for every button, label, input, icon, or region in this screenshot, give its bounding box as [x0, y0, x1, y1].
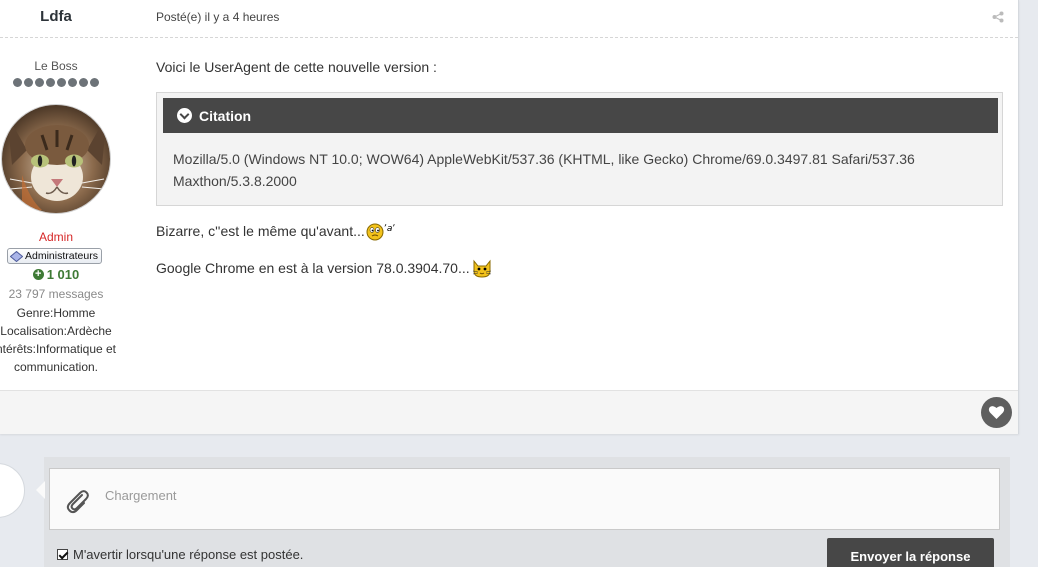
- reply-pointer: [36, 481, 45, 499]
- submit-reply-button[interactable]: Envoyer la réponse: [827, 538, 994, 567]
- forum-post: Ldfa Posté(e) il y a 4 heures Le Boss Ad…: [0, 0, 1019, 434]
- notify-option[interactable]: M'avertir lorsqu'une réponse est postée.: [57, 547, 303, 562]
- diamond-icon: [10, 250, 23, 262]
- quote-header[interactable]: Citation: [163, 98, 998, 133]
- quote-block: Citation Mozilla/5.0 (Windows NT 10.0; W…: [156, 92, 1003, 206]
- plus-icon: +: [32, 269, 44, 280]
- quote-line: Mozilla/5.0 (Windows NT 10.0; WOW64) App…: [173, 151, 915, 167]
- profile-field-interests-cont: communication.: [13, 360, 99, 374]
- rank-pip: [24, 78, 33, 87]
- reply-avatar: [0, 463, 25, 518]
- rank-pip: [68, 78, 77, 87]
- post-content: Voici le UserAgent de cette nouvelle ver…: [156, 58, 1004, 278]
- chevron-down-icon[interactable]: [177, 108, 192, 123]
- group-name: Admin: [38, 230, 73, 244]
- quote-body: Mozilla/5.0 (Windows NT 10.0; WOW64) App…: [173, 148, 993, 192]
- profile-field-gender: Genre:Homme: [16, 306, 96, 320]
- author-name[interactable]: Ldfa: [0, 8, 112, 25]
- like-button[interactable]: [981, 397, 1012, 428]
- editor-placeholder: Chargement: [105, 488, 177, 503]
- group-badge: Administrateurs: [7, 248, 102, 264]
- rank-pips: [0, 78, 112, 88]
- svg-text:ʼaʼ: ʼaʼ: [384, 224, 395, 234]
- rank-pip: [13, 78, 22, 87]
- share-icon[interactable]: [992, 11, 1004, 23]
- profile-field-location: Localisation:Ardèche: [0, 324, 112, 338]
- post-date: Posté(e) il y a 4 heures: [156, 10, 280, 24]
- cat-smiley-icon: [472, 259, 491, 278]
- message-count: 23 797 messages: [8, 287, 104, 301]
- rank-pip: [90, 78, 99, 87]
- author-info: Le Boss Admin Administrateurs + 1 010 23…: [0, 39, 116, 374]
- rank-pip: [46, 78, 55, 87]
- notify-checkbox[interactable]: [57, 549, 68, 560]
- reputation: + 1 010: [0, 267, 112, 282]
- post-line: Bizarre, c''est le même qu'avant... ʼaʼ: [156, 221, 396, 241]
- group-badge-label: Administrateurs: [25, 250, 98, 262]
- post-footer: [0, 390, 1018, 434]
- quote-title: Citation: [199, 107, 252, 124]
- confused-smiley-icon: ʼaʼ: [366, 223, 395, 241]
- paperclip-icon[interactable]: [64, 486, 90, 514]
- post-line: Google Chrome en est à la version 78.0.3…: [156, 257, 493, 279]
- rank-pip: [35, 78, 44, 87]
- avatar[interactable]: [1, 104, 111, 214]
- post-header: Ldfa Posté(e) il y a 4 heures: [0, 0, 1018, 38]
- notify-label[interactable]: M'avertir lorsqu'une réponse est postée.: [73, 547, 303, 562]
- heart-icon: [988, 406, 1005, 419]
- post-intro: Voici le UserAgent de cette nouvelle ver…: [156, 59, 437, 75]
- post-line-text: Google Chrome en est à la version 78.0.3…: [156, 260, 470, 276]
- rank-pip: [57, 78, 66, 87]
- reputation-value: 1 010: [46, 267, 80, 282]
- rank-title: Le Boss: [34, 59, 78, 73]
- reply-editor[interactable]: Chargement: [49, 468, 1000, 530]
- profile-field-interests: ntérêts:Informatique et: [0, 342, 117, 356]
- post-line-text: Bizarre, c''est le même qu'avant...: [156, 223, 365, 239]
- quote-line: Maxthon/5.3.8.2000: [173, 173, 297, 189]
- rank-pip: [79, 78, 88, 87]
